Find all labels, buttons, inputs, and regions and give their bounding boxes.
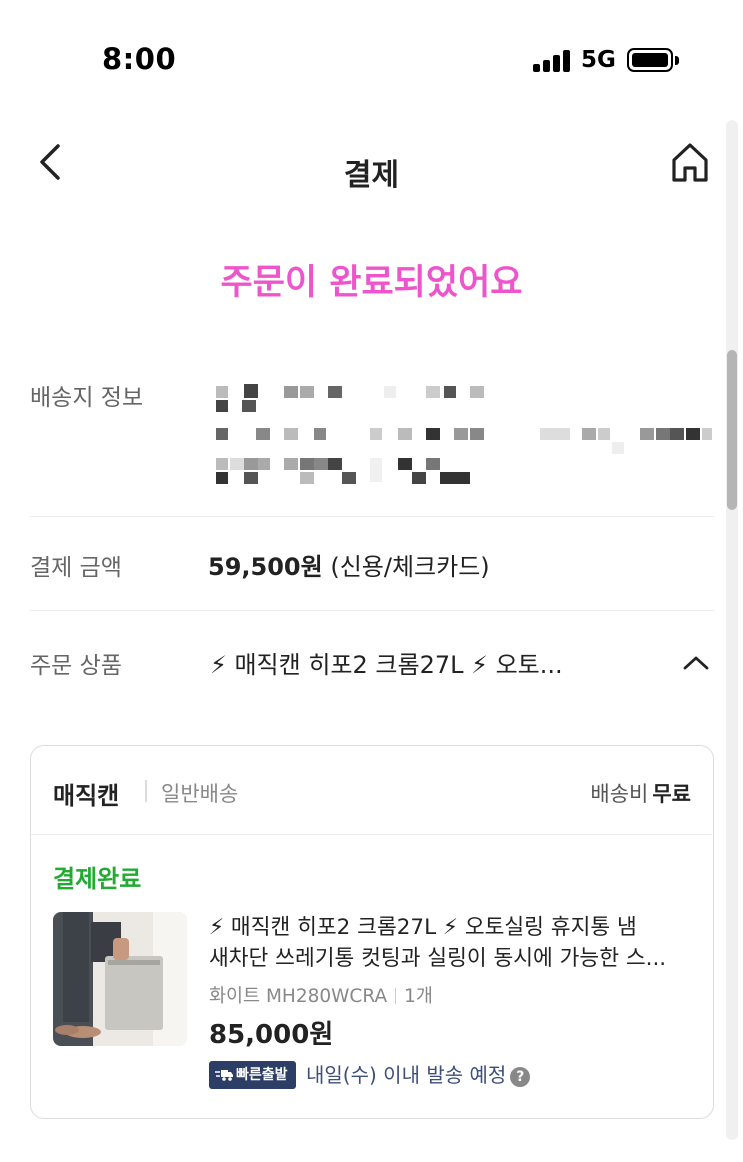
product-name-line2: 새차단 쓰레기통 컷팅과 실링이 동시에 가능한 스... — [209, 946, 667, 971]
product-option-value: 화이트 MH280WCRA — [209, 986, 388, 1007]
delivery-eta-text: 내일(수) 이내 발송 예정 — [306, 1063, 507, 1087]
chevron-up-icon — [683, 656, 709, 670]
status-time: 8:00 — [102, 42, 177, 76]
question-circle-icon[interactable]: ? — [510, 1067, 531, 1087]
payment-amount: 59,500원 (신용/체크카드) — [208, 547, 490, 582]
fast-truck-icon — [215, 1070, 233, 1081]
page-title: 결제 — [343, 158, 400, 193]
product-thumbnail[interactable] — [53, 912, 187, 1046]
home-button[interactable] — [668, 140, 712, 186]
shipping-fee-value: 무료 — [652, 782, 691, 806]
scrollbar-thumb[interactable] — [727, 350, 737, 510]
product-image — [53, 912, 187, 1046]
fast-dispatch-label: 빠른출발 — [236, 1067, 288, 1083]
shipping-fee-label: 배송비 — [590, 782, 649, 806]
divider — [31, 834, 712, 835]
signal-icon — [533, 50, 571, 72]
divider — [30, 516, 714, 517]
divider — [30, 610, 714, 611]
delivery-eta: 내일(수) 이내 발송 예정? — [306, 1061, 531, 1089]
status-bar: 8:00 5G — [0, 0, 743, 110]
order-items-label: 주문 상품 — [30, 653, 122, 679]
shipping-info-label: 배송지 정보 — [30, 385, 144, 411]
payment-amount-value: 59,500원 — [208, 553, 323, 581]
battery-icon — [627, 48, 673, 72]
divider — [145, 780, 147, 802]
fast-dispatch-badge: 빠른출발 — [209, 1061, 296, 1089]
payment-amount-label: 결제 금액 — [30, 555, 122, 581]
shipping-address-redacted — [212, 380, 714, 490]
payment-status: 결제완료 — [53, 865, 142, 893]
home-icon — [672, 143, 708, 182]
order-card: 매직캔 일반배송 배송비 무료 결제완료 ⚡ 매직캔 히포2 크롬27L ⚡ 오토… — [30, 745, 714, 1119]
collapse-order-items-button[interactable] — [680, 650, 712, 676]
seller-name[interactable]: 매직캔 — [53, 776, 119, 811]
payment-method: (신용/체크카드) — [330, 553, 490, 581]
shipping-fee: 배송비 무료 — [590, 778, 691, 808]
order-items-summary: ⚡ 매직캔 히포2 크롬27L ⚡ 오토... — [210, 651, 563, 679]
network-label: 5G — [581, 47, 616, 73]
shipping-type: 일반배송 — [161, 782, 239, 806]
order-complete-message: 주문이 완료되었어요 — [220, 263, 523, 303]
product-name[interactable]: ⚡ 매직캔 히포2 크롬27L ⚡ 오토실링 휴지통 냄 새차단 쓰레기통 컷팅… — [209, 912, 699, 974]
product-price: 85,000원 — [209, 1020, 334, 1050]
product-option: 화이트 MH280WCRA 1개 — [209, 982, 433, 1008]
product-quantity: 1개 — [404, 986, 433, 1007]
product-name-line1: ⚡ 매직캔 히포2 크롬27L ⚡ 오토실링 휴지통 냄 — [209, 915, 637, 940]
